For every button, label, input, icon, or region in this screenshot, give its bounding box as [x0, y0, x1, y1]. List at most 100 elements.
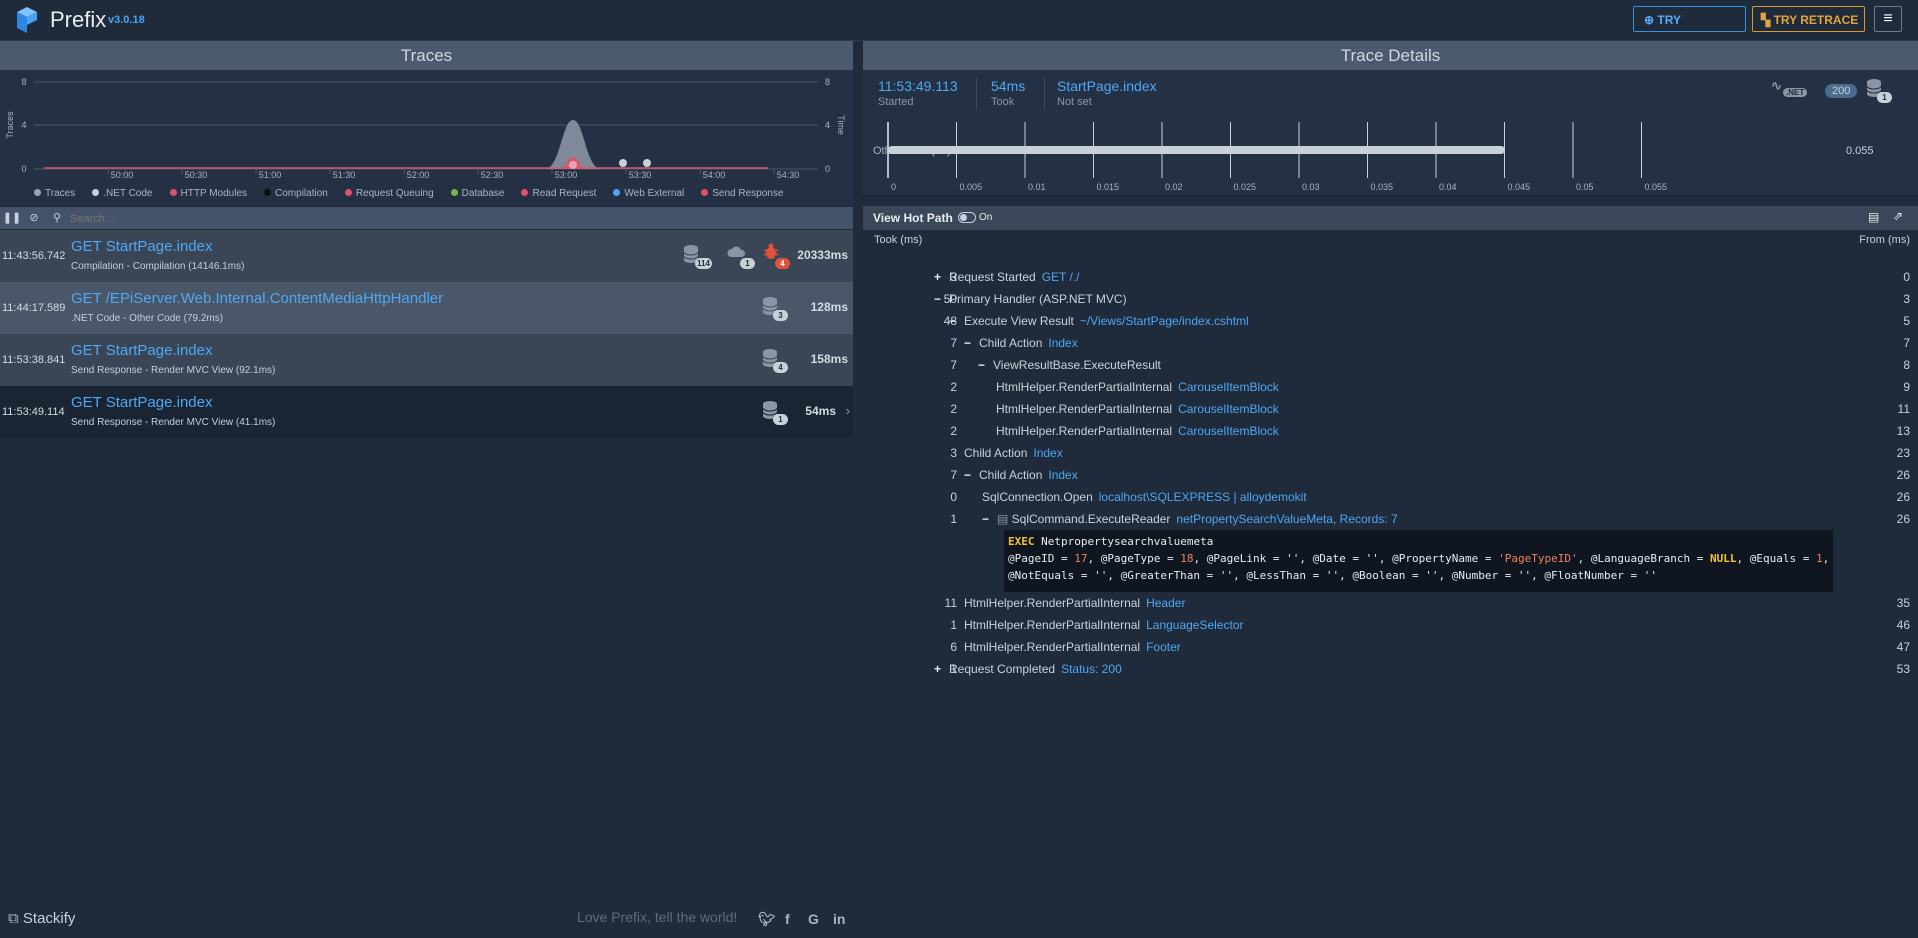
x-tick-label: 54:30	[777, 170, 800, 180]
legend-item[interactable]: Request Queuing	[344, 188, 434, 199]
trace-row-selected[interactable]: 11:53:49.114 GET StartPage.index Send Re…	[0, 386, 853, 438]
hot-path-label: View Hot Path	[873, 211, 953, 225]
hot-path-bar: View Hot Path On ▤ ⇗	[863, 206, 1918, 230]
facebook-icon[interactable]: f	[785, 911, 790, 927]
collapse-icon[interactable]: −	[964, 334, 974, 352]
call-link[interactable]: Footer	[1146, 640, 1181, 654]
call-tree-row[interactable]: 6 HtmlHelper.RenderPartialInternal Footer 4…	[863, 638, 1918, 656]
collapse-icon[interactable]: −	[934, 290, 944, 308]
started-value: 11:53:49.113	[878, 78, 958, 94]
call-link[interactable]: netPropertySearchValueMeta, Records: 7	[1176, 512, 1397, 526]
try-premium-button[interactable]: ⊕ TRY PREMIUM	[1633, 6, 1746, 53]
y-tick-right: 0	[825, 164, 830, 174]
call-link[interactable]: Index	[1033, 446, 1062, 460]
call-tree-row[interactable]: 7− Child Action Index 26	[863, 466, 1918, 484]
call-link[interactable]: ~/Views/StartPage/index.cshtml	[1080, 314, 1249, 328]
call-link[interactable]: CarouselItemBlock	[1178, 380, 1279, 394]
call-link[interactable]: Index	[1048, 468, 1077, 482]
x-tick-label: 50:30	[185, 170, 208, 180]
try-retrace-label: TRY RETRACE	[1773, 13, 1859, 27]
took-ms: 0	[950, 490, 957, 504]
trace-row[interactable]: 11:43:56.742 GET StartPage.index Compila…	[0, 230, 853, 282]
took-ms: 7	[950, 468, 957, 482]
pause-icon[interactable]: ❚❚	[2, 207, 22, 229]
trace-details-title: Trace Details	[863, 41, 1918, 70]
row-url[interactable]: GET StartPage.index	[71, 342, 212, 359]
row-url[interactable]: GET /EPiServer.Web.Internal.ContentMedia…	[71, 290, 443, 307]
legend-item[interactable]: HTTP Modules	[169, 188, 247, 199]
call-label-group: − Execute View Result ~/Views/StartPage/in…	[949, 312, 1249, 330]
col-took-header: Took (ms)	[874, 234, 923, 246]
row-url[interactable]: GET StartPage.index	[71, 238, 212, 255]
call-tree-row[interactable]: 2 HtmlHelper.RenderPartialInternal Carouse…	[863, 400, 1918, 418]
call-tree-row[interactable]: 1 − ▤ SqlCommand.ExecuteReader netPropertyS…	[863, 510, 1918, 528]
call-tree-row[interactable]: 7 − ViewResultBase.ExecuteResult 8	[863, 356, 1918, 374]
error-count-badge: 4	[775, 258, 790, 269]
call-tree-row[interactable]: 3 + Request Started GET /./0	[863, 268, 1918, 286]
col-from-header: From (ms)	[1859, 234, 1910, 246]
collapse-icon[interactable]: −	[982, 510, 992, 528]
call-tree-row[interactable]: 50− Primary Handler (ASP.NET MVC) 3	[863, 290, 1918, 308]
collapse-icon[interactable]: −	[978, 356, 988, 374]
from-ms: 26	[1896, 490, 1910, 504]
call-tree-row[interactable]: 1 HtmlHelper.RenderPartialInternal Languag…	[863, 616, 1918, 634]
y-tick-left: 0	[21, 164, 26, 174]
call-tree-row[interactable]: 0 SqlConnection.Open localhost\SQLEXPRESS …	[863, 488, 1918, 506]
call-link[interactable]: GET /./	[1042, 270, 1080, 284]
google-icon[interactable]: G	[808, 911, 819, 927]
legend-item[interactable]: Read Request	[521, 188, 596, 199]
collapse-icon[interactable]: −	[949, 312, 959, 330]
legend-item[interactable]: .NET Code	[92, 188, 153, 199]
took-ms: 1	[950, 512, 957, 526]
expand-icon[interactable]: +	[934, 268, 944, 286]
call-tree-row[interactable]: 3 Child Action Index 23	[863, 444, 1918, 462]
legend-item[interactable]: Database	[450, 188, 504, 199]
db-count-badge: 1	[1877, 92, 1892, 103]
call-name: HtmlHelper.RenderPartialInternal	[964, 640, 1141, 654]
call-link[interactable]: CarouselItemBlock	[1178, 402, 1279, 416]
took-ms: 2	[950, 402, 957, 416]
call-link[interactable]: LanguageSelector	[1146, 618, 1243, 632]
from-ms: 46	[1896, 618, 1910, 632]
call-link[interactable]: Index	[1048, 336, 1077, 350]
stackify-logo[interactable]: ⧉ Stackify	[8, 910, 75, 927]
legend-dot-icon	[344, 189, 352, 196]
call-link[interactable]: Header	[1146, 596, 1185, 610]
call-label-group: HtmlHelper.RenderPartialInternal Carousel…	[996, 378, 1279, 396]
stackify-label: Stackify	[22, 910, 76, 927]
legend-item[interactable]: Send Response	[701, 188, 783, 199]
y-tick-right: 8	[825, 77, 830, 87]
twitter-icon[interactable]: 🐦︎	[758, 911, 776, 928]
external-link-icon[interactable]: ⇗	[1893, 209, 1903, 223]
call-tree-row[interactable]: 2 HtmlHelper.RenderPartialInternal Carouse…	[863, 422, 1918, 440]
legend-item[interactable]: Compilation	[264, 188, 328, 199]
collapse-icon[interactable]: −	[964, 466, 974, 484]
call-tree-row[interactable]: 1 + Request Completed Status: 200 53	[863, 660, 1918, 678]
call-tree-row[interactable]: 2 HtmlHelper.RenderPartialInternal Carouse…	[863, 378, 1918, 396]
brand-name: Prefix	[50, 7, 107, 32]
call-tree-row[interactable]: 11 HtmlHelper.RenderPartialInternal Header…	[863, 594, 1918, 612]
search-input[interactable]	[68, 210, 772, 228]
legend-item[interactable]: Web External	[613, 188, 684, 199]
trace-name-value[interactable]: StartPage.index	[1057, 78, 1157, 94]
call-link[interactable]: Status: 200	[1061, 662, 1122, 676]
hot-path-toggle[interactable]	[958, 212, 976, 223]
document-icon[interactable]: ▤	[1868, 210, 1879, 224]
trace-row[interactable]: 11:44:17.589 GET /EPiServer.Web.Internal…	[0, 282, 853, 334]
expand-icon[interactable]: +	[934, 660, 944, 678]
call-link[interactable]: CarouselItemBlock	[1178, 424, 1279, 438]
call-tree-row[interactable]: 48− Execute View Result ~/Views/StartPage/…	[863, 312, 1918, 330]
call-label-group: HtmlHelper.RenderPartialInternal Header	[964, 594, 1185, 612]
hamburger-icon[interactable]: ≡	[1874, 6, 1902, 32]
call-tree-row[interactable]: 7− Child Action Index 7	[863, 334, 1918, 352]
call-link[interactable]: localhost\SQLEXPRESS | alloydemokit	[1099, 490, 1307, 504]
clear-icon[interactable]: ⊘	[24, 207, 44, 229]
try-retrace-button[interactable]: ▚ TRY RETRACE	[1752, 6, 1865, 32]
search-icon[interactable]: ⚲	[47, 207, 67, 229]
row-url[interactable]: GET StartPage.index	[71, 394, 212, 411]
x-tick-label: 50:00	[111, 170, 134, 180]
legend-item[interactable]: Traces	[34, 188, 75, 199]
linkedin-icon[interactable]: in	[833, 911, 845, 927]
call-label-group: HtmlHelper.RenderPartialInternal Carousel…	[996, 422, 1279, 440]
trace-row[interactable]: 11:53:38.841 GET StartPage.index Send Re…	[0, 334, 853, 386]
